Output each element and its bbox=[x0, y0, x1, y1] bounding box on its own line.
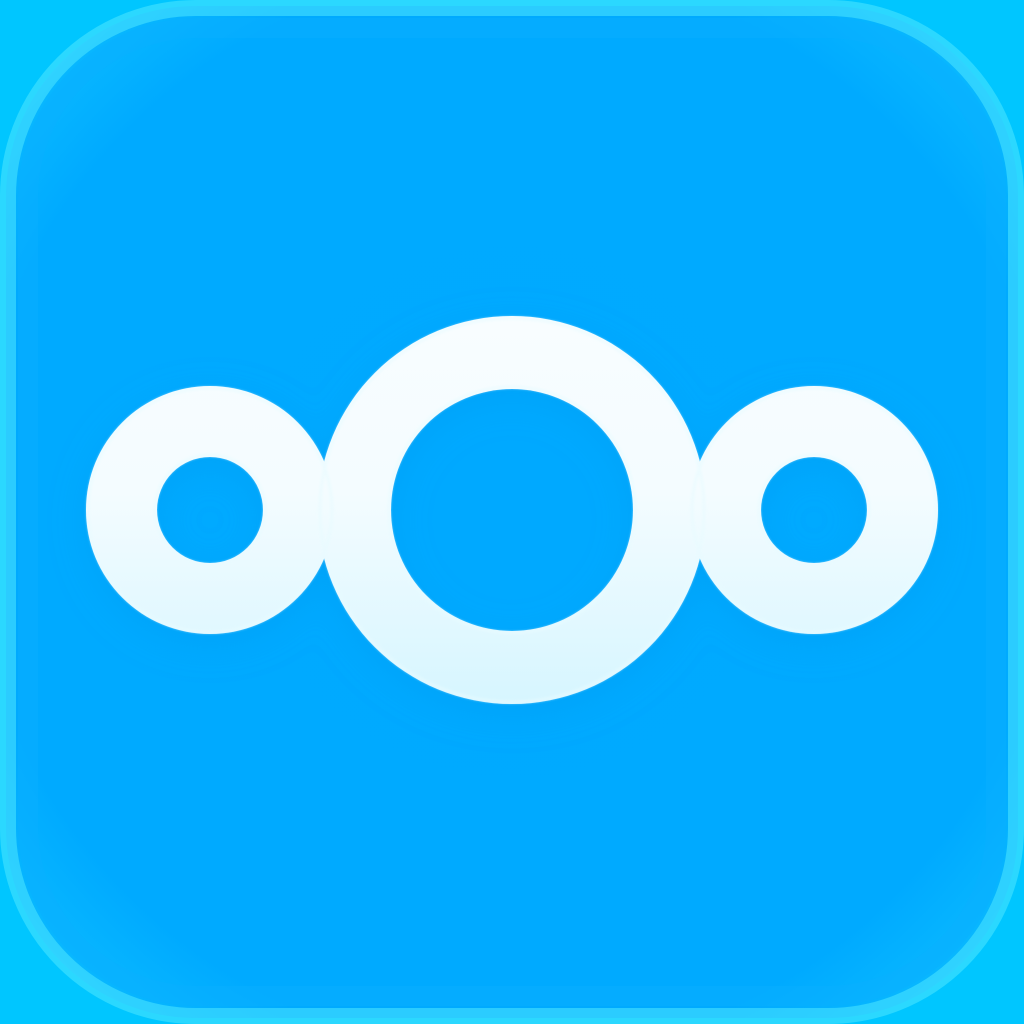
app-icon-svg bbox=[0, 0, 1024, 1024]
app-icon-tile[interactable] bbox=[0, 0, 1024, 1024]
